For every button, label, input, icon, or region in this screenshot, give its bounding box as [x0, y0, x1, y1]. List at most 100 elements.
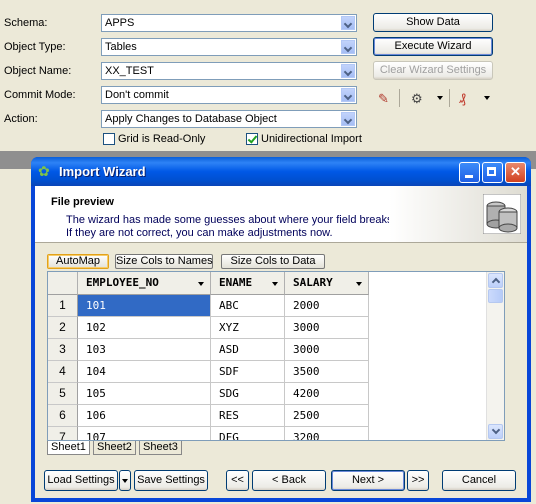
- size-cols-to-names-button[interactable]: Size Cols to Names: [115, 254, 213, 269]
- grid-read-only-checkbox[interactable]: [103, 133, 115, 145]
- grid-cell[interactable]: 3200: [285, 427, 369, 440]
- grid-cell[interactable]: 107: [78, 427, 211, 440]
- grid-corner: [48, 272, 78, 295]
- grid-cell[interactable]: DFG: [211, 427, 285, 440]
- row-number[interactable]: 7: [48, 427, 78, 440]
- unidirectional-import-label: Unidirectional Import: [261, 133, 362, 145]
- automap-button[interactable]: AutoMap: [47, 254, 109, 269]
- chevron-down-icon[interactable]: [341, 16, 355, 30]
- description-line-1: The wizard has made some guesses about w…: [66, 214, 425, 226]
- column-header[interactable]: EMPLOYEE_NO: [78, 272, 211, 295]
- cancel-button[interactable]: Cancel: [442, 470, 516, 491]
- back-button[interactable]: < Back: [252, 470, 326, 491]
- grid-cell[interactable]: 101: [78, 295, 211, 317]
- object-type-label: Object Type:: [4, 41, 66, 53]
- toolbar-separator: [399, 89, 400, 107]
- row-number[interactable]: 6: [48, 405, 78, 427]
- grid-cell[interactable]: SDF: [211, 361, 285, 383]
- show-data-button[interactable]: Show Data: [373, 13, 493, 32]
- tab-sheet3[interactable]: Sheet3: [139, 441, 182, 455]
- grid-cell[interactable]: RES: [211, 405, 285, 427]
- scroll-up-icon[interactable]: [488, 273, 503, 288]
- grid-cell[interactable]: 103: [78, 339, 211, 361]
- maximize-icon[interactable]: [482, 162, 503, 183]
- last-page-button[interactable]: >>: [407, 470, 429, 491]
- load-settings-dropdown[interactable]: [119, 470, 131, 491]
- chevron-down-icon: [122, 479, 128, 483]
- scroll-down-icon[interactable]: [488, 424, 503, 439]
- config-dropdown-icon[interactable]: [437, 96, 443, 100]
- import-wizard-window: ✿ Import Wizard ✕ File preview The wizar…: [31, 157, 531, 502]
- vertical-scrollbar[interactable]: [486, 272, 504, 440]
- chevron-down-icon[interactable]: [341, 88, 355, 102]
- close-icon[interactable]: ✕: [505, 162, 526, 183]
- grid-read-only-label: Grid is Read-Only: [118, 133, 206, 145]
- grid-cell[interactable]: 3500: [285, 361, 369, 383]
- toolbar-separator: [449, 89, 450, 107]
- window-title: Import Wizard: [59, 164, 146, 179]
- wizard-app-icon: ✿: [38, 163, 50, 179]
- object-type-combo[interactable]: Tables: [101, 38, 357, 56]
- script-dropdown-icon[interactable]: [484, 96, 490, 100]
- grid-cell[interactable]: ABC: [211, 295, 285, 317]
- config-icon[interactable]: ⚙: [411, 91, 423, 107]
- row-number[interactable]: 5: [48, 383, 78, 405]
- description-line-2: If they are not correct, you can make ad…: [66, 227, 333, 239]
- action-label: Action:: [4, 113, 38, 125]
- schema-label: Schema:: [4, 17, 48, 29]
- grid-cell[interactable]: 3000: [285, 339, 369, 361]
- object-name-combo[interactable]: XX_TEST: [101, 62, 357, 80]
- grid-cell[interactable]: XYZ: [211, 317, 285, 339]
- next-button[interactable]: Next >: [331, 470, 405, 491]
- grid-cell[interactable]: 3000: [285, 317, 369, 339]
- script-icon[interactable]: ₰: [459, 91, 466, 106]
- wizard-client-area: File preview The wizard has made some gu…: [35, 186, 527, 498]
- section-title: File preview: [51, 196, 114, 208]
- grid-cell[interactable]: ASD: [211, 339, 285, 361]
- column-header[interactable]: ENAME: [211, 272, 285, 295]
- first-page-button[interactable]: <<: [226, 470, 249, 491]
- chevron-down-icon[interactable]: [341, 40, 355, 54]
- clear-wizard-settings-button[interactable]: Clear Wizard Settings: [373, 61, 493, 80]
- chevron-down-icon[interactable]: [341, 112, 355, 126]
- load-settings-button[interactable]: Load Settings: [44, 470, 118, 491]
- chevron-down-icon[interactable]: [341, 64, 355, 78]
- object-name-value: XX_TEST: [105, 65, 154, 77]
- row-number[interactable]: 2: [48, 317, 78, 339]
- minimize-icon[interactable]: [459, 162, 480, 183]
- schema-value: APPS: [105, 17, 135, 29]
- column-dropdown-icon[interactable]: [356, 282, 362, 286]
- execute-wizard-button[interactable]: Execute Wizard: [373, 37, 493, 56]
- size-cols-to-data-button[interactable]: Size Cols to Data: [221, 254, 325, 269]
- grid-cell[interactable]: 105: [78, 383, 211, 405]
- grid-cell[interactable]: 106: [78, 405, 211, 427]
- grid-cell[interactable]: 4200: [285, 383, 369, 405]
- grid-cell[interactable]: 102: [78, 317, 211, 339]
- column-dropdown-icon[interactable]: [198, 282, 204, 286]
- row-number[interactable]: 4: [48, 361, 78, 383]
- grid-cell[interactable]: 2000: [285, 295, 369, 317]
- save-settings-button[interactable]: Save Settings: [134, 470, 208, 491]
- unidirectional-import-checkbox[interactable]: [246, 133, 258, 145]
- grid-cell[interactable]: 2500: [285, 405, 369, 427]
- scroll-thumb[interactable]: [488, 289, 503, 303]
- column-header[interactable]: SALARY: [285, 272, 369, 295]
- row-number[interactable]: 1: [48, 295, 78, 317]
- object-name-label: Object Name:: [4, 65, 72, 77]
- grid-cell[interactable]: 104: [78, 361, 211, 383]
- row-number[interactable]: 3: [48, 339, 78, 361]
- commit-mode-combo[interactable]: Don't commit: [101, 86, 357, 104]
- grid-cell[interactable]: SDG: [211, 383, 285, 405]
- title-bar[interactable]: ✿ Import Wizard ✕: [31, 157, 531, 186]
- hammer-icon[interactable]: ✎: [378, 91, 389, 107]
- schema-combo[interactable]: APPS: [101, 14, 357, 32]
- tab-sheet2[interactable]: Sheet2: [93, 441, 136, 455]
- tab-sheet1[interactable]: Sheet1: [47, 441, 90, 455]
- commit-mode-label: Commit Mode:: [4, 89, 76, 101]
- commit-mode-value: Don't commit: [105, 89, 169, 101]
- object-type-value: Tables: [105, 41, 137, 53]
- action-combo[interactable]: Apply Changes to Database Object: [101, 110, 357, 128]
- preview-grid[interactable]: EMPLOYEE_NO ENAME SALARY 1 101 ABC 2000 2 102…: [47, 271, 505, 441]
- action-value: Apply Changes to Database Object: [105, 113, 277, 125]
- column-dropdown-icon[interactable]: [272, 282, 278, 286]
